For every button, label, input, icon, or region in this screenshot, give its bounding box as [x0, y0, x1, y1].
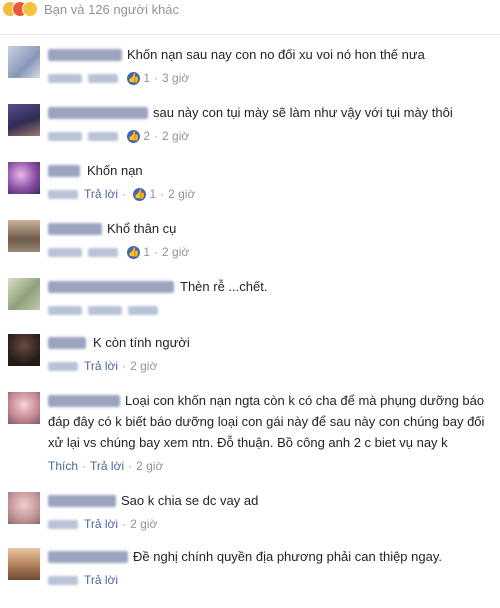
- comment-meta: 👍 2 · 2 giờ: [48, 129, 189, 144]
- separator-dot: ·: [122, 187, 127, 201]
- separator-dot: ·: [154, 71, 159, 85]
- avatar[interactable]: [8, 492, 40, 524]
- like-link[interactable]: [48, 132, 82, 142]
- comment-time[interactable]: 2 giờ: [162, 129, 189, 143]
- like-count: 1: [143, 71, 151, 85]
- like-link[interactable]: Thích: [48, 459, 78, 473]
- avatar[interactable]: [8, 392, 40, 424]
- author-name[interactable]: [48, 223, 102, 235]
- time-link[interactable]: [128, 306, 158, 316]
- like-link[interactable]: [48, 248, 82, 258]
- like-link[interactable]: [48, 362, 78, 372]
- reply-link[interactable]: Trả lời: [84, 187, 118, 201]
- author-name[interactable]: [48, 495, 116, 507]
- like-thumb-icon: 👍: [133, 188, 147, 202]
- like-count: 1: [149, 187, 157, 201]
- comment-item: Khốn nạn Trả lời · 👍 1 · 2 giờ: [0, 160, 500, 210]
- like-thumb-icon: 👍: [127, 246, 141, 260]
- separator-dot: ·: [122, 517, 127, 531]
- author-name[interactable]: [48, 107, 148, 119]
- separator-dot: ·: [154, 245, 159, 259]
- comment-text: K còn tính người: [93, 335, 190, 350]
- comment-meta: 👍 1 · 2 giờ: [48, 245, 189, 260]
- author-name[interactable]: [48, 281, 174, 293]
- comment-meta: Trả lời · 👍 1 · 2 giờ: [48, 187, 195, 202]
- comment-meta: Trả lời · 2 giờ: [48, 517, 157, 531]
- author-name[interactable]: [48, 551, 128, 563]
- comment-meta: [48, 303, 164, 317]
- separator-dot: ·: [82, 459, 87, 473]
- comment-item: Thèn rễ ...chết.: [0, 276, 500, 326]
- comment-meta: Trả lời · 2 giờ: [48, 359, 157, 373]
- comment-item: Khổ thân cụ 👍 1 · 2 giờ: [0, 218, 500, 268]
- avatar[interactable]: [8, 548, 40, 580]
- avatar[interactable]: [8, 104, 40, 136]
- author-name[interactable]: [48, 395, 120, 407]
- comment-time[interactable]: 2 giờ: [130, 517, 157, 531]
- comment-text: Sao k chia se dc vay ad: [121, 493, 259, 508]
- like-link[interactable]: [48, 520, 78, 530]
- author-name[interactable]: [48, 337, 86, 349]
- reply-link[interactable]: [88, 248, 118, 258]
- comment-text: Khốn nạn: [87, 163, 143, 178]
- reply-link[interactable]: Trả lời: [84, 517, 118, 531]
- comment-text-line: xử lại vs chúng bay xem ntn. Đỗ thuận. B…: [48, 435, 448, 450]
- reply-link[interactable]: Trả lời: [84, 573, 118, 587]
- comment-time[interactable]: 2 giờ: [162, 245, 189, 259]
- like-link[interactable]: [48, 74, 82, 84]
- comment-item: Loại con khốn nạn ngta còn k có cha để m…: [0, 390, 500, 482]
- avatar[interactable]: [8, 334, 40, 366]
- comment-meta: 👍 1 · 3 giờ: [48, 71, 189, 86]
- sad-reaction-icon: [22, 1, 38, 17]
- author-name[interactable]: [48, 165, 80, 177]
- comment-text: Khốn nạn sau nay con no đối xu voi nó ho…: [127, 47, 425, 62]
- comment-text-line: đáp đây có k biết báo dưỡng loại con gái…: [48, 414, 485, 429]
- comment-text: Đề nghị chính quyền địa phương phải can …: [133, 549, 442, 564]
- comment-time[interactable]: 2 giờ: [168, 187, 195, 201]
- reply-link[interactable]: Trả lời: [90, 459, 124, 473]
- comment-time[interactable]: 2 giờ: [130, 359, 157, 373]
- like-count: 2: [143, 129, 151, 143]
- comment-time[interactable]: 2 giờ: [136, 459, 163, 473]
- comment-item: K còn tính người Trả lời · 2 giờ: [0, 332, 500, 382]
- like-link[interactable]: [48, 190, 78, 200]
- reactions-bar[interactable]: Bạn và 126 người khác: [0, 0, 500, 35]
- reply-link[interactable]: [88, 132, 118, 142]
- comment-text-line: Loại con khốn nạn ngta còn k có cha để m…: [125, 393, 485, 408]
- comment-item: Sao k chia se dc vay ad Trả lời · 2 giờ: [0, 490, 500, 540]
- reaction-summary[interactable]: Bạn và 126 người khác: [44, 2, 179, 17]
- comment-item: Đề nghị chính quyền địa phương phải can …: [0, 546, 500, 608]
- separator-dot: ·: [122, 359, 127, 373]
- author-name[interactable]: [48, 49, 122, 61]
- avatar[interactable]: [8, 162, 40, 194]
- separator-dot: ·: [128, 459, 133, 473]
- avatar[interactable]: [8, 220, 40, 252]
- reply-link[interactable]: [88, 306, 122, 316]
- like-thumb-icon: 👍: [127, 130, 141, 144]
- avatar[interactable]: [8, 278, 40, 310]
- comment-text: Thèn rễ ...chết.: [180, 279, 268, 294]
- like-thumb-icon: 👍: [127, 72, 141, 86]
- reply-link[interactable]: Trả lời: [84, 359, 118, 373]
- like-link[interactable]: [48, 306, 82, 316]
- like-count: 1: [143, 245, 151, 259]
- separator-dot: ·: [154, 129, 159, 143]
- comment-text: sau này con tụi mày sẽ làm như vậy với t…: [153, 105, 453, 120]
- comment-meta: Trả lời: [48, 573, 118, 587]
- separator-dot: ·: [160, 187, 165, 201]
- comment-time[interactable]: 3 giờ: [162, 71, 189, 85]
- comment-item: sau này con tụi mày sẽ làm như vậy với t…: [0, 102, 500, 152]
- like-link[interactable]: [48, 576, 78, 586]
- avatar[interactable]: [8, 46, 40, 78]
- comment-text: Khổ thân cụ: [107, 221, 177, 236]
- comment-item: Khốn nạn sau nay con no đối xu voi nó ho…: [0, 44, 500, 94]
- reply-link[interactable]: [88, 74, 118, 84]
- comment-meta: Thích · Trả lời · 2 giờ: [48, 459, 163, 473]
